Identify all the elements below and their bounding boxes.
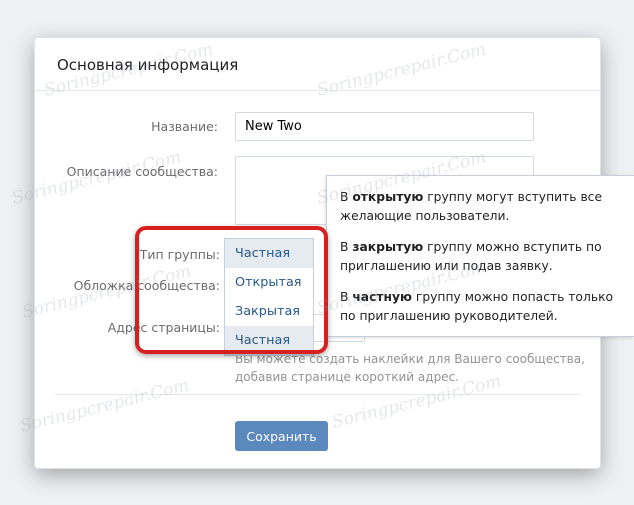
tooltip-open-text: В открытую группу могут вступить все жел… [340, 190, 603, 223]
address-hint-line2: добавив странице короткий адрес. [235, 370, 459, 384]
name-label: Название: [151, 119, 218, 134]
name-value: New Two [245, 119, 302, 134]
highlight-frame [135, 226, 328, 354]
group-type-tooltip: В открытую группу могут вступить все жел… [326, 175, 634, 337]
tooltip-private-text: В частную группу можно попасть только по… [340, 290, 614, 323]
description-label: Описание сообщества: [66, 164, 218, 179]
card-header: Основная информация [35, 38, 600, 91]
card-title: Основная информация [57, 56, 239, 74]
divider [55, 394, 580, 395]
tooltip-closed-text: В закрытую группу можно вступить по приг… [340, 240, 602, 273]
name-input[interactable]: New Two [235, 112, 534, 141]
save-button[interactable]: Сохранить [235, 421, 328, 451]
